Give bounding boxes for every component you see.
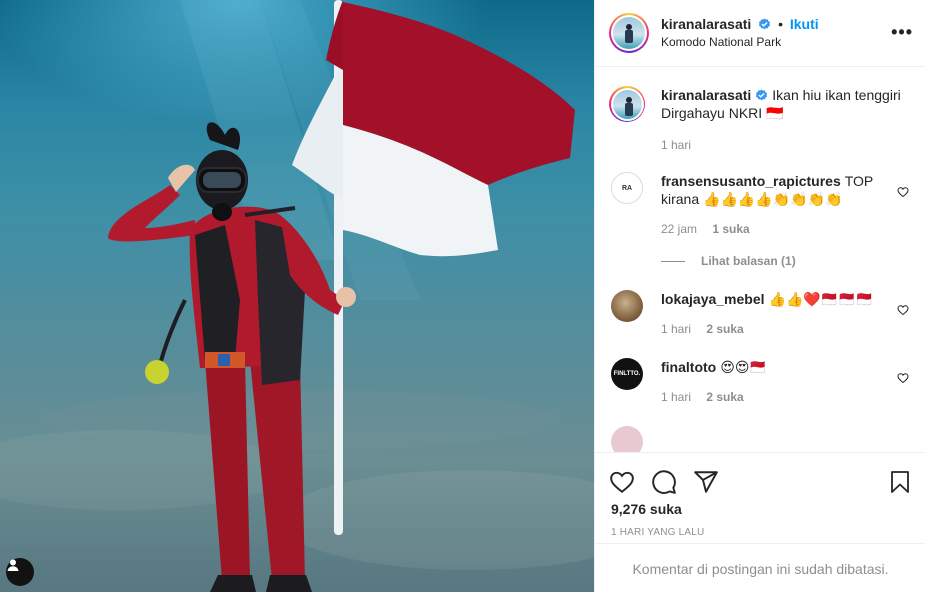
post-photo[interactable] bbox=[0, 0, 594, 592]
post-date[interactable]: 1 HARI YANG LALU bbox=[595, 527, 925, 538]
comments-list[interactable]: kiranalarasati Ikan hiu ikan tenggiri Di… bbox=[595, 67, 925, 452]
comments-limited-notice: Komentar di postingan ini sudah dibatasi… bbox=[595, 543, 925, 592]
comment-likes[interactable]: 1 suka bbox=[712, 222, 749, 236]
caption-avatar[interactable] bbox=[609, 86, 645, 122]
separator-dot: • bbox=[778, 16, 783, 32]
post-location[interactable]: Komodo National Park bbox=[661, 33, 819, 51]
comment-username[interactable]: finaltoto bbox=[661, 359, 716, 375]
author-username[interactable]: kiranalarasati bbox=[661, 16, 751, 32]
comment-time[interactable]: 1 hari bbox=[661, 390, 691, 404]
side-panel: kiranalarasati • Ikuti Komodo National P… bbox=[594, 0, 925, 592]
post-header: kiranalarasati • Ikuti Komodo National P… bbox=[595, 0, 925, 67]
post-actions: 9,276 suka 1 HARI YANG LALU Komentar di … bbox=[595, 452, 925, 592]
bookmark-icon[interactable] bbox=[888, 469, 912, 495]
follow-button[interactable]: Ikuti bbox=[790, 16, 819, 32]
comment-text: 👍👍❤️🇲🇨🇲🇨🇲🇨 bbox=[768, 291, 874, 307]
view-replies-button[interactable]: Lihat balasan (1) bbox=[661, 254, 909, 268]
more-options-icon[interactable]: ••• bbox=[891, 22, 913, 43]
comment-like-heart-icon[interactable] bbox=[897, 304, 909, 316]
replies-divider bbox=[661, 260, 685, 262]
comment-username[interactable]: lokajaya_mebel bbox=[661, 291, 765, 307]
comment-time[interactable]: 22 jam bbox=[661, 222, 697, 236]
view-replies-label: Lihat balasan (1) bbox=[701, 254, 796, 268]
comment-avatar[interactable] bbox=[611, 290, 643, 322]
likes-count[interactable]: 9,276 suka bbox=[595, 501, 925, 517]
user-tag-icon bbox=[7, 559, 19, 571]
comment-like-heart-icon[interactable] bbox=[897, 372, 909, 384]
share-icon[interactable] bbox=[693, 469, 719, 495]
heart-icon[interactable] bbox=[609, 469, 635, 495]
caption-time[interactable]: 1 hari bbox=[661, 138, 691, 152]
underwater-scene bbox=[0, 0, 594, 592]
avatar-logo-text: RA bbox=[621, 184, 633, 192]
verified-badge-icon bbox=[759, 18, 771, 30]
comment-username[interactable]: fransensusanto_rapictures bbox=[661, 173, 841, 189]
comment-item: lokajaya_mebel 👍👍❤️🇲🇨🇲🇨🇲🇨 1 hari 2 suka bbox=[611, 290, 909, 336]
comment-icon[interactable] bbox=[651, 469, 677, 495]
author-avatar[interactable] bbox=[609, 13, 649, 53]
comment-avatar[interactable] bbox=[611, 426, 643, 452]
comment-item-partial bbox=[611, 426, 909, 452]
comment-likes[interactable]: 2 suka bbox=[706, 390, 743, 404]
user-tag-button[interactable] bbox=[6, 558, 34, 586]
comment-likes[interactable]: 2 suka bbox=[706, 322, 743, 336]
caption-username[interactable]: kiranalarasati bbox=[661, 87, 751, 103]
comment-time[interactable]: 1 hari bbox=[661, 322, 691, 336]
comment-avatar[interactable]: FINLTTO. bbox=[611, 358, 643, 390]
avatar-logo-text: FINLTTO. bbox=[613, 371, 641, 377]
verified-badge-icon bbox=[756, 89, 768, 101]
caption: kiranalarasati Ikan hiu ikan tenggiri Di… bbox=[609, 86, 909, 152]
post-dialog: kiranalarasati • Ikuti Komodo National P… bbox=[0, 0, 925, 592]
comment-text: 😍😍🇲🇨 bbox=[720, 359, 767, 375]
comment-item: FINLTTO. finaltoto 😍😍🇲🇨 1 hari 2 suka bbox=[611, 358, 909, 404]
comment-avatar[interactable]: RA bbox=[611, 172, 643, 204]
comment-like-heart-icon[interactable] bbox=[897, 186, 909, 198]
comment-item: RA fransensusanto_rapictures TOP kirana 👍… bbox=[611, 172, 909, 268]
